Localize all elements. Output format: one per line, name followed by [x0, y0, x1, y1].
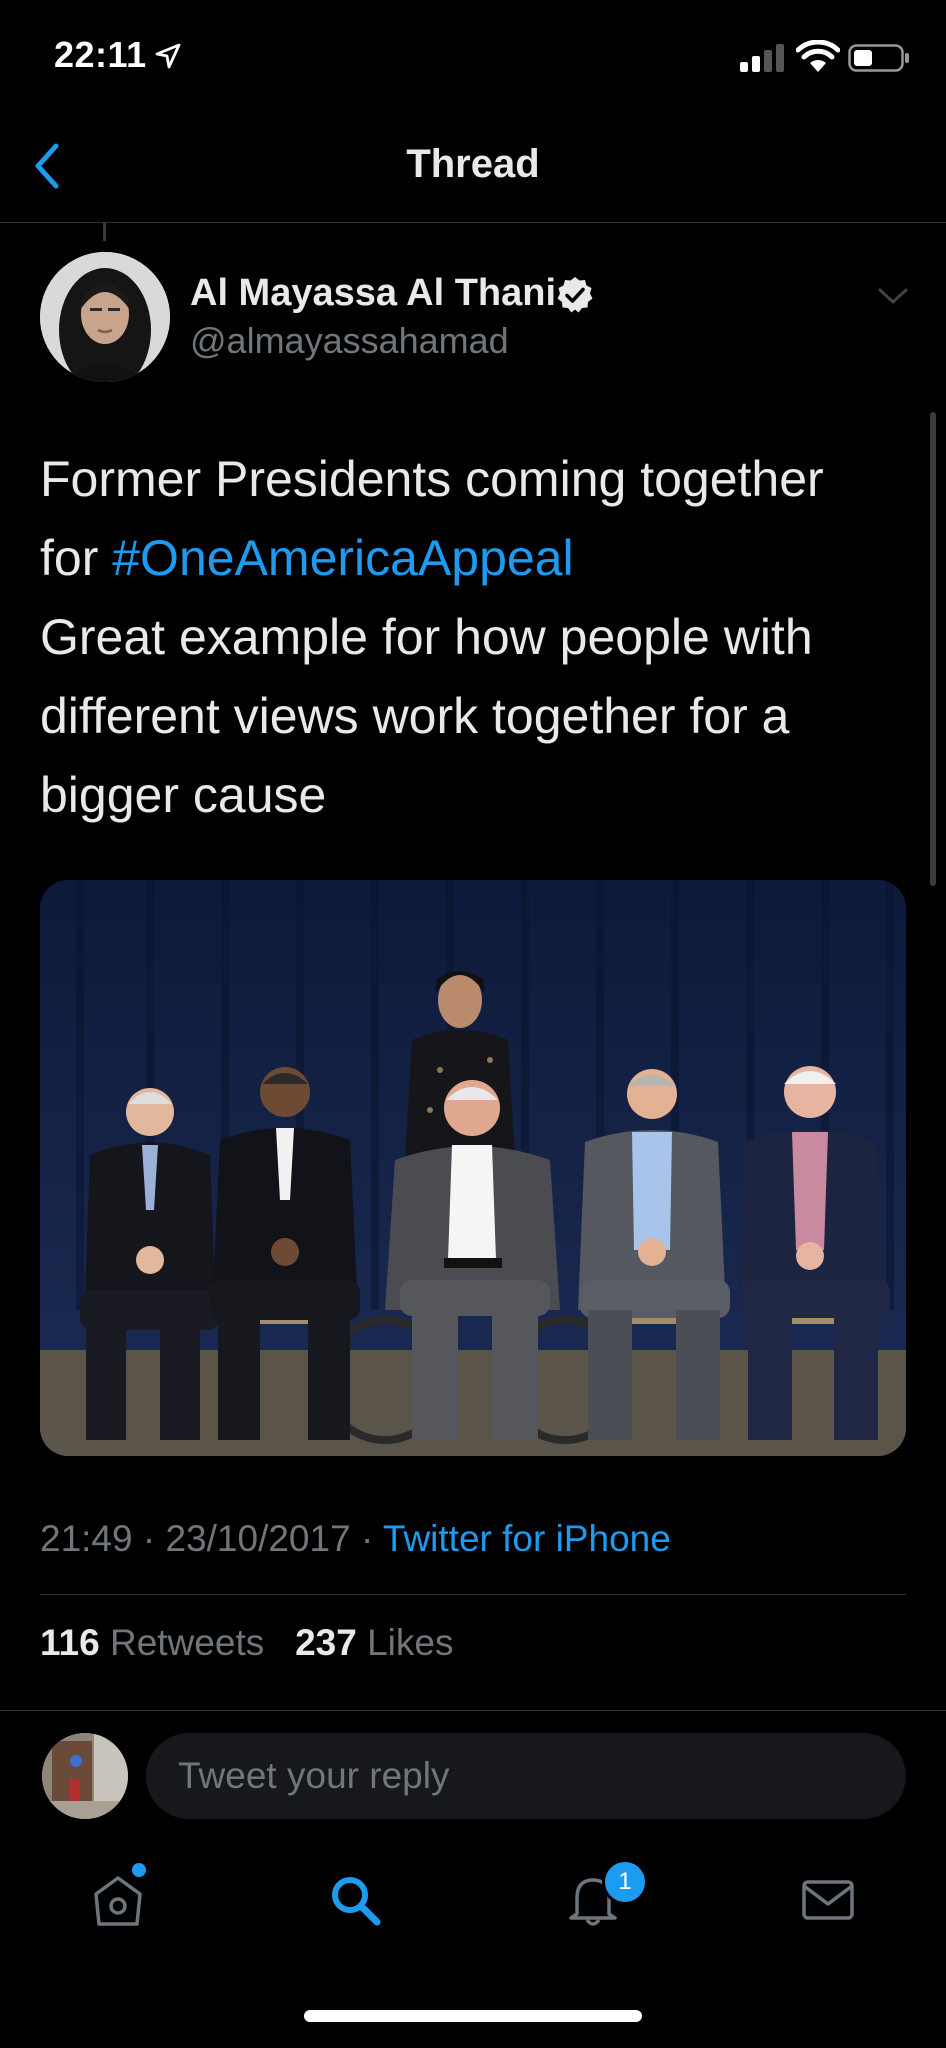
- tweet-text: Former Presidents coming together for #O…: [40, 440, 900, 835]
- author-avatar[interactable]: [40, 252, 170, 382]
- retweets-count: 116: [40, 1622, 100, 1663]
- reply-placeholder: Tweet your reply: [178, 1755, 450, 1796]
- likes-stat[interactable]: 237 Likes: [295, 1622, 453, 1663]
- retweets-label: Retweets: [109, 1622, 265, 1663]
- likes-label: Likes: [367, 1622, 454, 1663]
- mail-icon[interactable]: [798, 1870, 858, 1930]
- tweet-date: 23/10/2017: [165, 1518, 351, 1559]
- tweet-text-line: Great example for how people with: [40, 609, 813, 665]
- location-arrow-icon: [155, 43, 181, 69]
- wifi-icon: [796, 40, 840, 72]
- cellular-signal-icon: [740, 44, 784, 72]
- tweet-time: 21:49: [40, 1518, 133, 1559]
- tweet-text-line: for #OneAmericaAppeal: [40, 519, 900, 598]
- home-icon[interactable]: [88, 1870, 148, 1930]
- chevron-down-icon[interactable]: [876, 284, 910, 308]
- tweet-text-line: bigger cause: [40, 767, 327, 823]
- retweets-stat[interactable]: 116 Retweets: [40, 1622, 264, 1663]
- tweet-text-line: Former Presidents coming together: [40, 451, 824, 507]
- tweet-meta: 21:49 · 23/10/2017 · Twitter for iPhone: [40, 1518, 671, 1559]
- tweet-photo[interactable]: [40, 880, 906, 1456]
- user-avatar[interactable]: [42, 1733, 128, 1819]
- home-indicator[interactable]: [304, 2010, 642, 2022]
- author-name[interactable]: Al Mayassa Al Thani: [190, 272, 556, 315]
- tweet-text-line: different views work together for a: [40, 688, 790, 744]
- divider: [0, 1710, 946, 1711]
- home-unread-dot: [132, 1863, 146, 1877]
- hashtag-link[interactable]: #OneAmericaAppeal: [112, 530, 573, 586]
- tweet-source-link[interactable]: Twitter for iPhone: [383, 1518, 671, 1559]
- verified-badge-icon: [557, 277, 593, 313]
- tweet-text-prefix: for: [40, 530, 113, 586]
- scrollbar[interactable]: [930, 412, 936, 886]
- notification-badge: 1: [602, 1859, 648, 1905]
- tweet-stats: 116 Retweets 237 Likes: [40, 1622, 453, 1664]
- page-title: Thread: [406, 142, 540, 186]
- header-divider: [0, 222, 946, 223]
- search-icon[interactable]: [325, 1870, 385, 1930]
- status-time: 22:11: [54, 34, 147, 75]
- likes-count: 237: [295, 1622, 357, 1663]
- author-handle[interactable]: @almayassahamad: [190, 320, 509, 362]
- divider: [40, 1594, 906, 1595]
- battery-icon: [848, 44, 909, 72]
- thread-connector-line: [103, 223, 106, 241]
